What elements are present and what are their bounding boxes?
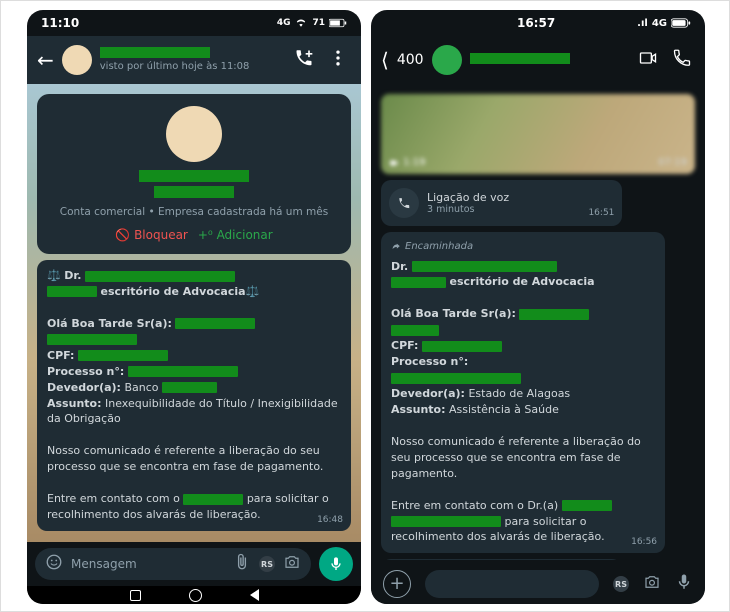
add-contact-button[interactable]: +⁰ Adicionar <box>198 228 273 242</box>
block-button[interactable]: 🚫 Bloquear <box>115 228 188 242</box>
attach-icon[interactable] <box>233 553 251 575</box>
business-name-redacted <box>139 170 249 182</box>
input-bar: + RS <box>371 564 705 604</box>
recents-button[interactable] <box>130 590 141 601</box>
chat-title-area[interactable]: visto por último hoje às 11:08 <box>100 47 283 73</box>
status-time: 16:57 <box>517 16 555 30</box>
overflow-menu-icon[interactable] <box>325 48 351 72</box>
call-icon <box>389 188 419 218</box>
chat-body[interactable]: 1:19 07:19 Ligação de voz 3 minutos 16:5… <box>371 84 705 560</box>
redacted <box>47 334 137 345</box>
redacted <box>128 366 238 377</box>
media-time: 07:19 <box>658 157 687 168</box>
contact-name-redacted <box>100 47 210 58</box>
redacted <box>175 318 255 329</box>
redacted <box>562 500 612 511</box>
payment-icon[interactable]: RS <box>613 576 629 592</box>
message-input[interactable] <box>425 570 599 598</box>
business-phone-redacted <box>154 186 234 198</box>
emoji-icon[interactable] <box>45 553 63 575</box>
back-button[interactable]: ← <box>37 48 54 72</box>
business-card: Conta comercial • Empresa cadastrada há … <box>37 94 351 254</box>
redacted <box>183 494 243 505</box>
redacted <box>391 516 501 527</box>
phone-left: 11:10 4G 71 ← visto por último hoje às 1… <box>27 10 361 604</box>
media-duration: 1:19 <box>389 157 425 168</box>
avatar[interactable] <box>432 45 462 75</box>
redacted <box>422 341 502 352</box>
back-button-nav[interactable] <box>250 589 259 601</box>
voice-call-duration: 3 minutos <box>427 204 509 215</box>
message-time: 16:48 <box>317 514 343 527</box>
battery-icon <box>329 18 347 28</box>
home-button[interactable] <box>189 589 202 602</box>
mic-icon[interactable] <box>675 573 693 595</box>
redacted <box>391 373 521 384</box>
redacted <box>85 271 235 282</box>
message-time: 16:56 <box>631 536 657 549</box>
camera-icon[interactable] <box>283 553 301 575</box>
battery-level: 71 <box>312 18 325 28</box>
android-navbar <box>27 586 361 604</box>
redacted <box>412 261 557 272</box>
add-call-icon[interactable] <box>291 48 317 72</box>
status-time: 11:10 <box>41 16 79 30</box>
video-message[interactable]: 1:19 07:19 <box>381 94 695 174</box>
business-info: Conta comercial • Empresa cadastrada há … <box>47 206 341 218</box>
redacted <box>391 277 446 288</box>
chat-title-area[interactable] <box>470 53 627 67</box>
forwarded-label: Encaminhada <box>391 240 655 255</box>
voice-call-log[interactable]: Ligação de voz 10 segundos 16:56 <box>381 559 622 560</box>
avatar[interactable] <box>62 45 92 75</box>
voice-call-title: Ligação de voz <box>427 191 509 204</box>
redacted <box>78 350 168 361</box>
redacted <box>519 309 589 320</box>
chat-header: ← visto por último hoje às 11:08 <box>27 36 361 84</box>
status-bar: 16:57 .ıl 4G <box>371 10 705 36</box>
redacted <box>47 286 97 297</box>
voice-call-time: 16:51 <box>588 208 614 218</box>
chat-header: ⟨ 400 <box>371 36 705 84</box>
status-icons: .ıl 4G <box>637 18 691 29</box>
voice-call-icon[interactable] <box>669 48 695 72</box>
mic-button[interactable] <box>319 547 353 581</box>
contact-name-redacted <box>470 53 570 64</box>
network-label: 4G <box>652 18 667 29</box>
redacted <box>391 325 439 336</box>
unread-count: 400 <box>397 52 424 68</box>
last-seen: visto por último hoje às 11:08 <box>100 61 283 73</box>
message-bubble[interactable]: Encaminhada Dr. escritório de Advocacia … <box>381 232 665 553</box>
business-avatar <box>166 106 222 162</box>
status-icons: 4G 71 <box>277 18 347 28</box>
payment-icon[interactable]: RS <box>259 556 275 572</box>
status-bar: 11:10 4G 71 <box>27 10 361 36</box>
message-input[interactable]: Mensagem RS <box>35 548 311 580</box>
phone-right: 16:57 .ıl 4G ⟨ 400 1:19 07:19 Ligação de… <box>371 10 705 604</box>
input-placeholder: Mensagem <box>71 557 137 571</box>
input-bar: Mensagem RS <box>27 542 361 586</box>
voice-call-log[interactable]: Ligação de voz 3 minutos 16:51 <box>381 180 622 226</box>
plus-button[interactable]: + <box>383 570 411 598</box>
back-button[interactable]: ⟨ <box>381 48 389 72</box>
wifi-icon <box>294 18 308 28</box>
redacted <box>162 382 217 393</box>
chat-body[interactable]: Conta comercial • Empresa cadastrada há … <box>27 84 361 542</box>
message-bubble[interactable]: ⚖️ Dr. escritório de Advocacia⚖️ Olá Boa… <box>37 260 351 531</box>
camera-icon[interactable] <box>643 573 661 595</box>
video-call-icon[interactable] <box>635 48 661 72</box>
battery-icon <box>671 18 691 28</box>
network-label: 4G <box>277 18 291 28</box>
